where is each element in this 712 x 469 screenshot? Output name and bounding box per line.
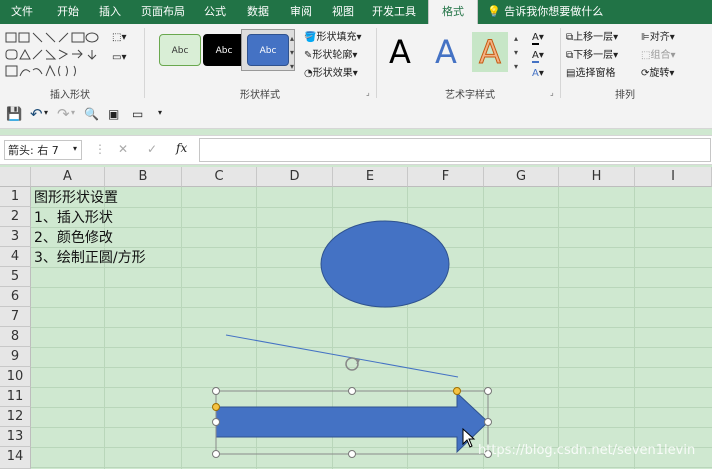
tab-formulas[interactable]: 公式: [193, 0, 237, 24]
tab-data[interactable]: 数据: [236, 0, 280, 24]
wordart-style-orange[interactable]: A: [472, 32, 508, 72]
align-label: 对齐: [649, 32, 670, 43]
shape-style-dark[interactable]: Abc: [203, 34, 245, 66]
group-label: 组合: [650, 50, 671, 61]
tell-me-box[interactable]: 💡 告诉我你想要做什么: [487, 0, 603, 24]
formula-bar: 箭头: 右 7 ▾ ⋮ ✕ ✓ fx: [0, 135, 712, 165]
text-effects-icon: A: [532, 68, 539, 79]
group-divider: [144, 28, 145, 98]
ribbon: ⬚▾ ▭▾ 插入形状 Abc Abc Abc ▴ ▾ ▾ 🪣形状填充▾ ✎形状轮廓▾…: [0, 24, 712, 103]
edit-shape-icon: ⬚: [112, 32, 122, 43]
quick-access-toolbar: 💾 ↶ ▾ ↷ ▾ 🔍 ▣ ▭ ▾: [0, 102, 712, 129]
wordart-gallery-scroll[interactable]: ▴ ▾ ▾: [514, 32, 518, 74]
tab-developer[interactable]: 开发工具: [365, 0, 423, 24]
print-preview-icon[interactable]: 🔍: [84, 107, 99, 121]
shape-outline-label: 形状轮廓: [312, 50, 353, 61]
dialog-launcher-icon[interactable]: ⌟: [550, 88, 554, 97]
shape-fill-button[interactable]: 🪣形状填充▾: [304, 30, 361, 46]
text-effects-button[interactable]: A▾: [532, 66, 544, 82]
shapes-gallery[interactable]: [4, 30, 108, 82]
form-icon[interactable]: ▭: [132, 107, 143, 121]
redo-icon[interactable]: ↷: [57, 105, 70, 123]
name-box-dropdown-icon[interactable]: ▾: [73, 144, 77, 153]
group-divider: [376, 28, 377, 98]
tab-home[interactable]: 开始: [46, 0, 90, 24]
text-outline-icon: A: [532, 50, 539, 63]
line-shape[interactable]: [225, 334, 459, 378]
lightbulb-icon: 💡: [487, 5, 501, 18]
text-fill-button[interactable]: A▾: [532, 30, 544, 46]
ellipse-shape[interactable]: [320, 220, 450, 308]
name-box[interactable]: 箭头: 右 7: [4, 140, 82, 160]
align-icon: ⊫: [641, 32, 650, 43]
bring-forward-button[interactable]: ⧉上移一层▾: [566, 30, 618, 46]
group-divider: [560, 28, 561, 98]
paint-bucket-icon: 🪣: [304, 32, 317, 43]
send-backward-button[interactable]: ⧉下移一层▾: [566, 48, 618, 64]
tab-page-layout[interactable]: 页面布局: [135, 0, 191, 24]
rotate-handle-icon[interactable]: [345, 357, 361, 371]
style-gallery-scroll[interactable]: ▴ ▾ ▾: [290, 32, 294, 74]
selection-pane-label: 选择窗格: [575, 68, 616, 79]
text-outline-button[interactable]: A▾: [532, 48, 544, 64]
tell-me-text: 告诉我你想要做什么: [504, 5, 604, 18]
redo-dropdown-icon[interactable]: ▾: [71, 108, 75, 117]
drawing-layer: [212, 220, 492, 458]
effects-icon: ◔: [304, 68, 313, 79]
dialog-launcher-icon[interactable]: ⌟: [366, 88, 370, 97]
screenshot-icon[interactable]: ▣: [108, 107, 119, 121]
text-box-icon: ▭: [112, 52, 122, 63]
shape-style-light[interactable]: Abc: [159, 34, 201, 66]
edit-shape-button[interactable]: ⬚▾: [112, 30, 126, 46]
undo-icon[interactable]: ↶: [30, 105, 43, 123]
right-arrow-shape[interactable]: [215, 391, 489, 454]
wordart-style-black[interactable]: A: [382, 32, 418, 72]
cancel-icon[interactable]: ✕: [118, 142, 128, 156]
formula-input[interactable]: [199, 138, 711, 162]
group-label-arrange: 排列: [615, 90, 635, 101]
tab-review[interactable]: 审阅: [279, 0, 323, 24]
bring-forward-label: 上移一层: [573, 32, 614, 43]
rotate-button[interactable]: ⟳旋转▾: [641, 66, 674, 82]
tab-view[interactable]: 视图: [321, 0, 365, 24]
shape-effects-label: 形状效果: [312, 68, 353, 79]
text-fill-icon: A: [532, 32, 539, 45]
group-label-shape-styles: 形状样式: [240, 90, 280, 101]
shape-style-blue[interactable]: Abc: [247, 34, 289, 66]
group-button[interactable]: ⬚组合▾: [641, 48, 675, 64]
shape-effects-button[interactable]: ◔形状效果▾: [304, 66, 358, 82]
ribbon-tab-bar: 文件 开始 插入 页面布局 公式 数据 审阅 视图 开发工具 格式 💡 告诉我你…: [0, 0, 712, 24]
tab-format[interactable]: 格式: [428, 0, 478, 24]
undo-dropdown-icon[interactable]: ▾: [44, 108, 48, 117]
text-box-button[interactable]: ▭▾: [112, 50, 126, 66]
wordart-style-blue[interactable]: A: [428, 32, 464, 72]
align-button[interactable]: ⊫对齐▾: [641, 30, 675, 46]
group-label-insert-shapes: 插入形状: [50, 90, 90, 101]
rotate-label: 旋转: [649, 68, 670, 79]
watermark-text: https://blog.csdn.net/seven1levin: [478, 443, 696, 458]
formula-divider-icon: ⋮: [94, 142, 106, 156]
customize-toolbar-icon[interactable]: ▾: [158, 108, 162, 117]
enter-icon[interactable]: ✓: [147, 142, 157, 156]
selection-pane-button[interactable]: ▤选择窗格: [566, 66, 615, 82]
tab-file[interactable]: 文件: [0, 0, 44, 24]
shape-outline-button[interactable]: ✎形状轮廓▾: [304, 48, 357, 64]
insert-function-icon[interactable]: fx: [176, 141, 187, 155]
tab-insert[interactable]: 插入: [88, 0, 132, 24]
shapes-gallery-icons: [5, 32, 99, 77]
shape-fill-label: 形状填充: [316, 32, 357, 43]
group-label-wordart-styles: 艺术字样式: [445, 90, 495, 101]
worksheet[interactable]: A B C D E F G H I 1 2 3 4 5 6 7 8 9 10 1…: [0, 167, 712, 469]
send-backward-label: 下移一层: [573, 50, 614, 61]
save-icon[interactable]: 💾: [6, 107, 22, 122]
